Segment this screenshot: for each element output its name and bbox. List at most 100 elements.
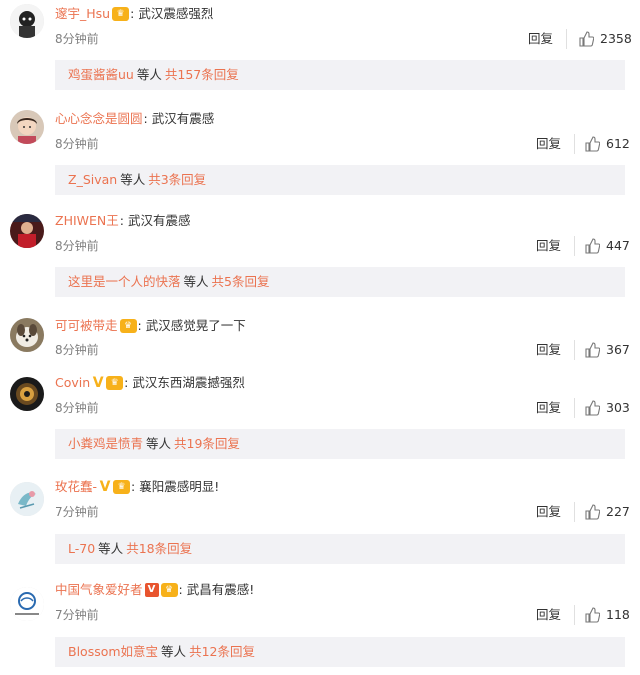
crown-badge-icon: ♛ bbox=[106, 376, 124, 390]
username[interactable]: 心心念念是圆圆 bbox=[55, 109, 143, 129]
like-count: 367 bbox=[606, 342, 630, 357]
comment-headline: 邃宇_Hsu ♛ : 武汉震感强烈 bbox=[55, 4, 213, 24]
like-button[interactable]: 612 bbox=[584, 134, 630, 154]
timestamp: 8分钟前 bbox=[55, 32, 99, 46]
comment-text: 武汉有震感 bbox=[151, 111, 215, 126]
like-count: 612 bbox=[606, 136, 630, 151]
avatar[interactable] bbox=[10, 214, 44, 248]
timestamp: 7分钟前 bbox=[55, 608, 99, 622]
crown-badge-icon: ♛ bbox=[113, 480, 131, 494]
reply-summary[interactable]: 这里是一个人的快落 等人 共5条回复 bbox=[55, 267, 625, 297]
reply-summary[interactable]: 鸡蛋酱酱uu 等人 共157条回复 bbox=[55, 60, 625, 90]
comment-text: 武汉有震感 bbox=[127, 213, 191, 228]
reply-button[interactable]: 回复 bbox=[536, 398, 561, 418]
comment-item: 可可被带走 ♛ : 武汉感觉晃了一下 8分钟前 回复 367 bbox=[0, 312, 640, 368]
like-button[interactable]: 447 bbox=[584, 236, 630, 256]
username[interactable]: 中国气象爱好者 bbox=[55, 580, 143, 600]
reply-button[interactable]: 回复 bbox=[536, 502, 561, 522]
reply-user[interactable]: Blossom如意宝 bbox=[68, 644, 158, 659]
comment-item: Covin V ♛ : 武汉东西湖震撼强烈 8分钟前 回复 303 小粪鸡是愤青… bbox=[0, 372, 640, 462]
reply-button[interactable]: 回复 bbox=[528, 29, 553, 49]
reply-summary[interactable]: Blossom如意宝 等人 共12条回复 bbox=[55, 637, 625, 667]
timestamp: 8分钟前 bbox=[55, 401, 99, 415]
reply-user[interactable]: L-70 bbox=[68, 541, 95, 556]
crown-badge-icon: ♛ bbox=[160, 583, 178, 597]
comment-text: 武汉感觉晃了一下 bbox=[145, 318, 246, 333]
reply-user[interactable]: Z_Sivan bbox=[68, 172, 117, 187]
username[interactable]: 玫花蠢- bbox=[55, 477, 97, 497]
v-verified-icon: V bbox=[99, 479, 111, 495]
v-verified-icon: V bbox=[92, 375, 104, 391]
comment-headline: ZHIWEN王 : 武汉有震感 bbox=[55, 211, 191, 231]
comment-text: 武昌有震感! bbox=[186, 582, 255, 597]
reply-user[interactable]: 鸡蛋酱酱uu bbox=[68, 67, 134, 82]
reply-button[interactable]: 回复 bbox=[536, 236, 561, 256]
divider bbox=[574, 398, 575, 418]
v-verified-icon: V bbox=[144, 583, 159, 597]
comment-headline: 心心念念是圆圆 : 武汉有震感 bbox=[55, 109, 214, 129]
like-count: 303 bbox=[606, 400, 630, 415]
crown-badge-icon: ♛ bbox=[119, 319, 137, 333]
username[interactable]: ZHIWEN王 bbox=[55, 211, 119, 231]
avatar[interactable] bbox=[10, 587, 44, 621]
comment-item: 中国气象爱好者 V ♛ : 武昌有震感! 7分钟前 回复 118 Blossom… bbox=[0, 580, 640, 675]
reply-button[interactable]: 回复 bbox=[536, 134, 561, 154]
avatar[interactable] bbox=[10, 4, 44, 38]
reply-count[interactable]: 共18条回复 bbox=[126, 541, 192, 556]
thumbs-up-icon bbox=[585, 400, 600, 416]
divider bbox=[574, 134, 575, 154]
divider bbox=[574, 502, 575, 522]
reply-summary[interactable]: L-70 等人 共18条回复 bbox=[55, 534, 625, 564]
comment-item: 心心念念是圆圆 : 武汉有震感 8分钟前 回复 612 Z_Sivan 等人 共3条… bbox=[0, 104, 640, 204]
reply-count[interactable]: 共19条回复 bbox=[174, 436, 240, 451]
reply-user[interactable]: 这里是一个人的快落 bbox=[68, 274, 181, 289]
like-count: 227 bbox=[606, 504, 630, 519]
divider bbox=[566, 29, 567, 49]
divider bbox=[574, 340, 575, 360]
comment-headline: 可可被带走 ♛ : 武汉感觉晃了一下 bbox=[55, 316, 246, 336]
divider bbox=[574, 605, 575, 625]
reply-user[interactable]: 小粪鸡是愤青 bbox=[68, 436, 143, 451]
username[interactable]: 邃宇_Hsu bbox=[55, 4, 110, 24]
comment-item: 邃宇_Hsu ♛ : 武汉震感强烈 8分钟前 回复 2358 鸡蛋酱酱uu 等人共… bbox=[0, 0, 640, 100]
crown-badge-icon: ♛ bbox=[112, 7, 130, 21]
timestamp: 8分钟前 bbox=[55, 239, 99, 253]
thumbs-up-icon bbox=[585, 504, 600, 520]
like-button[interactable]: 2358 bbox=[578, 29, 632, 49]
like-count: 118 bbox=[606, 607, 630, 622]
reply-count[interactable]: 共3条回复 bbox=[148, 172, 206, 187]
avatar[interactable] bbox=[10, 482, 44, 516]
comment-headline: 中国气象爱好者 V ♛ : 武昌有震感! bbox=[55, 580, 254, 600]
reply-summary[interactable]: 小粪鸡是愤青 等人 共19条回复 bbox=[55, 429, 625, 459]
comment-item: 玫花蠢- V ♛ : 襄阳震感明显! 7分钟前 回复 227 L-70 等人 共18… bbox=[0, 475, 640, 570]
username[interactable]: Covin bbox=[55, 373, 90, 393]
thumbs-up-icon bbox=[579, 31, 594, 47]
like-count: 2358 bbox=[600, 31, 632, 46]
username[interactable]: 可可被带走 bbox=[55, 316, 118, 336]
comment-headline: Covin V ♛ : 武汉东西湖震撼强烈 bbox=[55, 373, 245, 393]
thumbs-up-icon bbox=[585, 342, 600, 358]
thumbs-up-icon bbox=[585, 607, 600, 623]
reply-button[interactable]: 回复 bbox=[536, 605, 561, 625]
reply-count[interactable]: 共5条回复 bbox=[212, 274, 270, 289]
comment-text: 武汉东西湖震撼强烈 bbox=[132, 375, 245, 390]
like-count: 447 bbox=[606, 238, 630, 253]
reply-count[interactable]: 共12条回复 bbox=[189, 644, 255, 659]
comment-text: 武汉震感强烈 bbox=[138, 6, 214, 21]
timestamp: 8分钟前 bbox=[55, 137, 99, 151]
avatar[interactable] bbox=[10, 110, 44, 144]
reply-count[interactable]: 共157条回复 bbox=[165, 67, 239, 82]
reply-summary[interactable]: Z_Sivan 等人 共3条回复 bbox=[55, 165, 625, 195]
thumbs-up-icon bbox=[585, 238, 600, 254]
like-button[interactable]: 118 bbox=[584, 605, 630, 625]
divider bbox=[574, 236, 575, 256]
thumbs-up-icon bbox=[585, 136, 600, 152]
like-button[interactable]: 303 bbox=[584, 398, 630, 418]
like-button[interactable]: 367 bbox=[584, 340, 630, 360]
comment-item: ZHIWEN王 : 武汉有震感 8分钟前 回复 447 这里是一个人的快落 等人共… bbox=[0, 208, 640, 308]
like-button[interactable]: 227 bbox=[584, 502, 630, 522]
reply-button[interactable]: 回复 bbox=[536, 340, 561, 360]
avatar[interactable] bbox=[10, 318, 44, 352]
avatar[interactable] bbox=[10, 377, 44, 411]
timestamp: 8分钟前 bbox=[55, 343, 99, 357]
